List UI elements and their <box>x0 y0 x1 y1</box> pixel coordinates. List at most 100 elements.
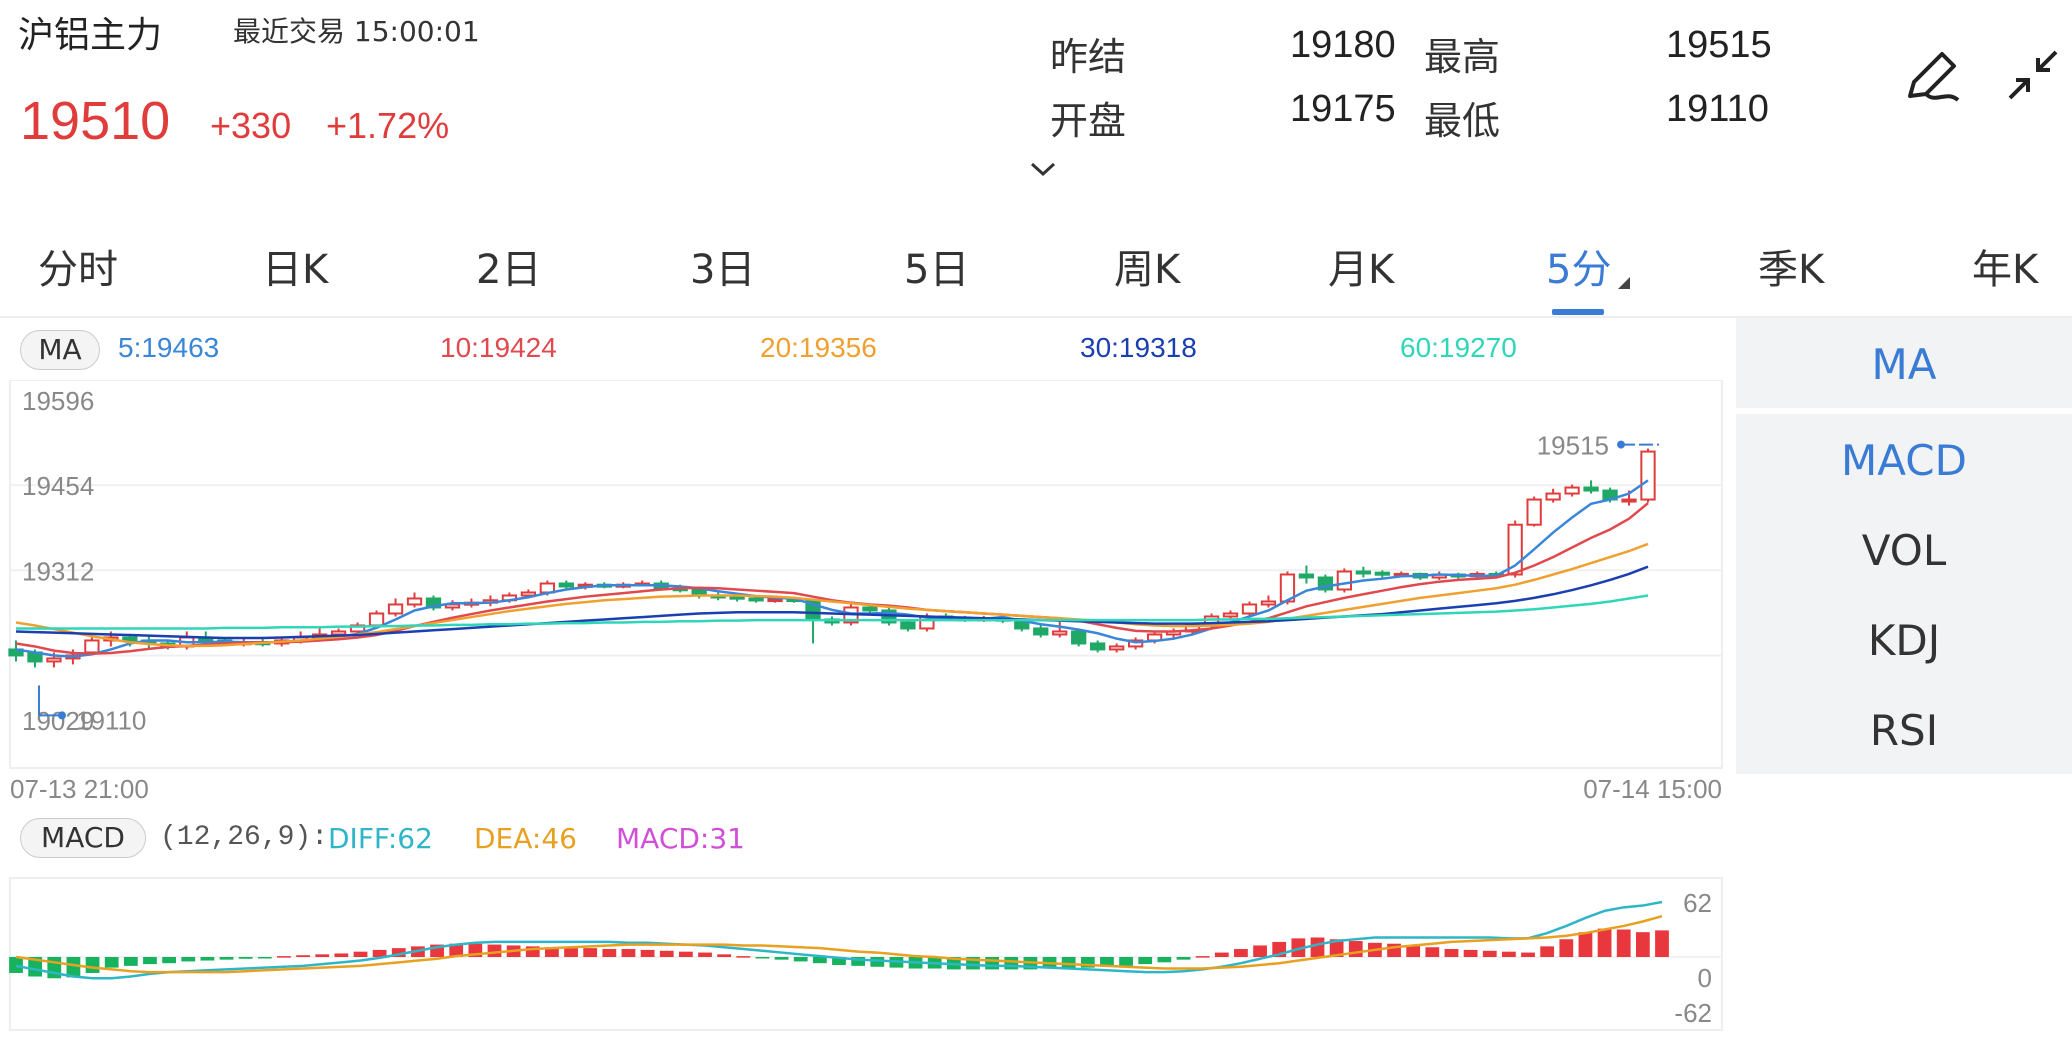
candle-body <box>122 636 138 642</box>
y-tick-label: 19454 <box>22 471 94 501</box>
macd-macd: MACD:31 <box>616 822 745 855</box>
dropdown-triangle-icon <box>1618 277 1630 289</box>
high-label: 最高 <box>1424 35 1501 79</box>
low-label: 最低 <box>1424 99 1501 143</box>
candle-body <box>1621 498 1637 503</box>
tab-week[interactable]: 周K <box>1114 237 1180 295</box>
side-item-rsi[interactable]: RSI <box>1736 706 2072 755</box>
macd-histogram-bar <box>698 952 712 957</box>
candle-body <box>1374 571 1390 576</box>
ma20-value: 20:19356 <box>760 332 877 363</box>
open-value: 19175 <box>1290 88 1396 130</box>
macd-histogram-bar <box>143 957 157 965</box>
macd-chart[interactable]: 62 0 -62 <box>0 868 1736 1038</box>
high-marker-label: 19515 <box>1537 431 1609 461</box>
macd-diff: DIFF:62 <box>328 822 433 855</box>
macd-histogram-bar <box>1501 951 1516 957</box>
tab-5day[interactable]: 5日 <box>904 237 969 295</box>
macd-histogram-bar <box>985 957 1000 970</box>
macd-histogram-bar <box>1004 957 1019 970</box>
price-change: +330 <box>210 105 292 146</box>
collapse-icon[interactable] <box>2004 46 2064 106</box>
candle-body <box>406 597 423 606</box>
macd-y-tick-label: -62 <box>1674 998 1712 1028</box>
ma20-line <box>15 542 1649 648</box>
low-value: 19110 <box>1666 88 1769 130</box>
macd-histogram-bar <box>717 954 732 957</box>
candle-body <box>1090 642 1106 651</box>
last-price: 19510 <box>20 91 171 151</box>
candle-body <box>1260 600 1277 606</box>
macd-histogram-bar <box>793 957 808 962</box>
macd-histogram-bar <box>1176 957 1191 960</box>
side-item-vol[interactable]: VOL <box>1736 526 2072 575</box>
tab-intraday[interactable]: 分时 <box>38 237 118 295</box>
macd-histogram-bar <box>1635 932 1650 957</box>
ma30-value: 30:19318 <box>1080 332 1197 363</box>
candle-body <box>1222 612 1239 618</box>
macd-histogram-bar <box>238 957 253 959</box>
macd-histogram-bar <box>1463 949 1478 957</box>
macd-histogram-bar <box>1559 939 1574 957</box>
side-item-macd[interactable]: MACD <box>1736 436 2072 485</box>
candle-body <box>1545 492 1561 501</box>
macd-histogram-bar <box>200 957 215 961</box>
tab-month[interactable]: 月K <box>1328 237 1394 295</box>
candle-body <box>1109 645 1125 651</box>
macd-histogram-bar <box>487 944 502 957</box>
kline-chart[interactable]: 19596194541931219029195151911007-13 21:0… <box>0 380 1736 810</box>
macd-histogram-bar <box>162 957 177 964</box>
diff-line <box>15 900 1663 980</box>
tab-year[interactable]: 年K <box>1972 237 2038 295</box>
macd-y-tick-label: 62 <box>1683 888 1712 918</box>
candle-body <box>558 582 574 588</box>
x-tick-label-end: 07-14 15:00 <box>1583 774 1722 804</box>
active-tab-indicator <box>1552 309 1604 315</box>
macd-histogram-bar <box>1138 957 1153 965</box>
macd-histogram-bar <box>640 949 655 957</box>
recent-trade: 最近交易 15:00:01 <box>233 10 480 50</box>
macd-histogram-bar <box>583 948 598 957</box>
prev-settle-label: 昨结 <box>1050 35 1127 79</box>
high-value: 19515 <box>1666 24 1772 66</box>
ma-pill[interactable]: MA <box>20 330 100 370</box>
tab-5min[interactable]: 5分 <box>1546 237 1611 295</box>
macd-histogram-bar <box>564 948 578 957</box>
tab-day[interactable]: 日K <box>262 237 328 295</box>
side-item-kdj[interactable]: KDJ <box>1736 616 2072 665</box>
recent-trade-label: 最近交易 <box>233 15 346 48</box>
candle-body <box>1052 630 1068 636</box>
candle-body <box>900 621 916 630</box>
macd-histogram-bar <box>1234 949 1248 957</box>
macd-histogram-bar <box>1578 932 1593 957</box>
y-tick-label: 19596 <box>22 386 94 416</box>
chevron-down-icon[interactable] <box>1028 160 1058 180</box>
candle-body <box>46 657 62 663</box>
candle-body <box>748 597 764 602</box>
macd-histogram-bar <box>1406 945 1421 957</box>
candle-body <box>1241 603 1258 615</box>
instrument-title: 沪铝主力 <box>18 15 163 56</box>
ma10-value: 10:19424 <box>440 332 557 363</box>
pen-icon[interactable] <box>1900 46 1964 110</box>
macd-histogram-bar <box>1540 946 1555 957</box>
ma5-line <box>15 479 1649 658</box>
tab-2day[interactable]: 2日 <box>476 237 541 295</box>
open-label: 开盘 <box>1050 99 1127 143</box>
recent-trade-time: 15:00:01 <box>353 15 480 48</box>
macd-histogram-bar <box>1521 952 1535 957</box>
macd-histogram-bar <box>257 957 272 959</box>
tab-3day[interactable]: 3日 <box>690 237 755 295</box>
macd-histogram-bar <box>66 957 81 978</box>
side-item-ma[interactable]: MA <box>1736 340 2072 389</box>
macd-histogram-bar <box>334 953 349 957</box>
ma10-line <box>15 502 1649 655</box>
macd-pill[interactable]: MACD <box>20 818 146 858</box>
macd-histogram-bar <box>1444 949 1459 957</box>
macd-histogram-bar <box>736 956 751 958</box>
macd-histogram-bar <box>812 957 827 964</box>
x-tick-label-start: 07-13 21:00 <box>10 774 149 804</box>
macd-histogram-bar <box>1214 952 1229 957</box>
macd-histogram-bar <box>296 955 310 957</box>
tab-quarter[interactable]: 季K <box>1758 237 1824 295</box>
